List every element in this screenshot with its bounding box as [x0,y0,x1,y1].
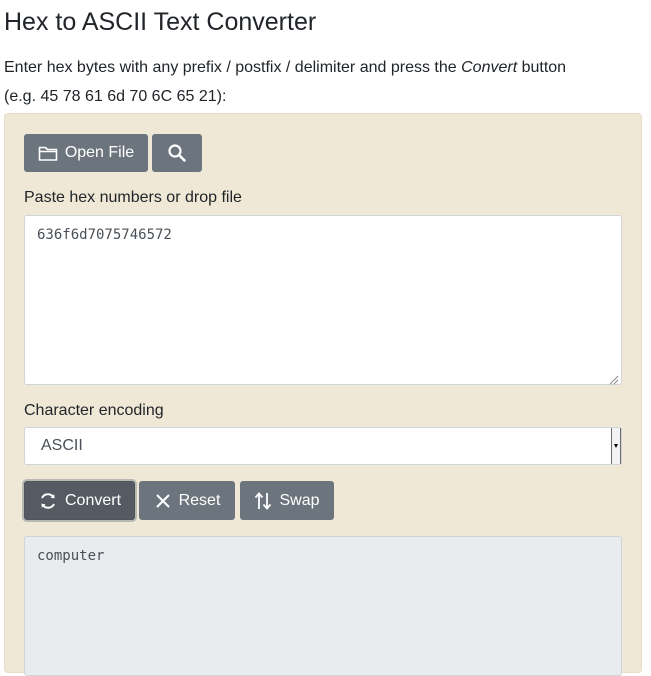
encoding-select[interactable]: ASCII [24,427,622,465]
folder-icon [38,144,58,162]
output-value: computer [37,548,105,564]
close-icon [154,492,172,510]
intro-text: Enter hex bytes with any prefix / postfi… [4,58,566,78]
intro-text-start: Enter hex bytes with any prefix / postfi… [4,59,462,76]
search-icon [167,143,187,163]
hex-input-value: 636f6d7075746572 [37,227,172,243]
hex-input[interactable]: 636f6d7075746572 [24,215,622,385]
swap-label: Swap [279,491,320,509]
encoding-selected-value: ASCII [41,437,83,454]
reset-button[interactable]: Reset [139,481,235,520]
search-button[interactable] [152,134,202,172]
convert-button[interactable]: Convert [24,481,135,520]
output-text[interactable]: computer [24,536,622,676]
intro-text-end: button [517,59,567,76]
encoding-label: Character encoding [24,402,164,419]
hex-input-label: Paste hex numbers or drop file [24,189,242,206]
chevron-down-icon[interactable] [611,428,621,464]
intro-text-emphasis: Convert [461,59,518,76]
swap-arrows-icon [254,491,272,511]
swap-button[interactable]: Swap [240,481,334,520]
page-title: Hex to ASCII Text Converter [4,8,317,36]
example-text: (e.g. 45 78 61 6d 70 6C 65 21): [4,88,227,105]
convert-label: Convert [64,491,122,509]
open-file-label: Open File [64,144,135,161]
resize-grip-icon[interactable] [609,372,619,385]
open-file-button[interactable]: Open File [24,134,148,172]
reset-label: Reset [178,491,221,509]
refresh-icon [38,491,58,511]
